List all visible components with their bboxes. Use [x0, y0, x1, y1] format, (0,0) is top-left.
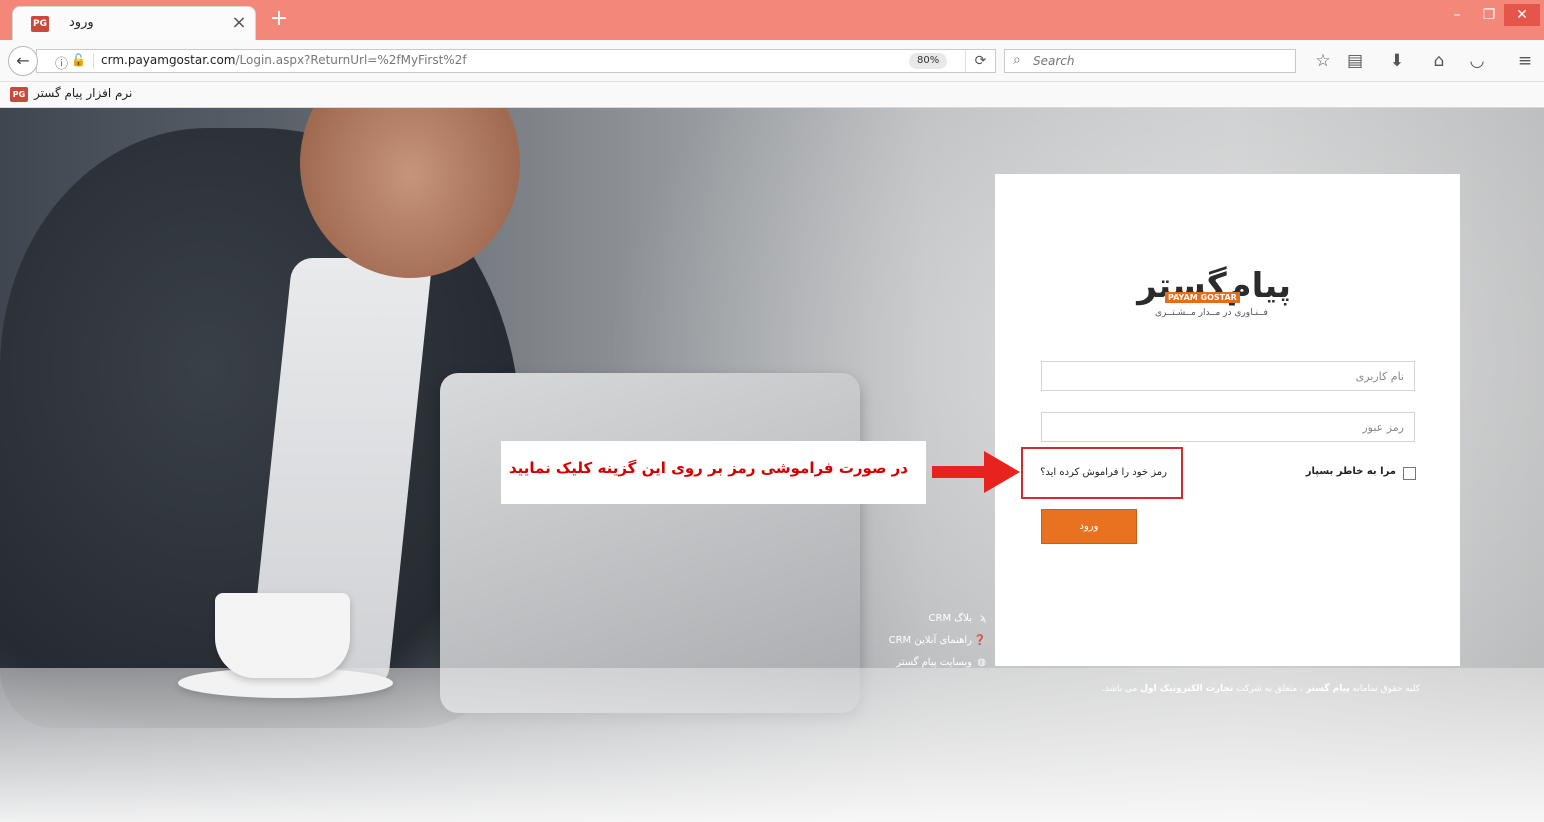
window-maximize-button[interactable]: ❐ [1472, 4, 1506, 26]
reload-icon[interactable]: ⟳ [965, 50, 995, 72]
rss-icon: ϡ [979, 613, 986, 624]
back-arrow-icon: ← [16, 51, 30, 70]
logo-tagline: فــنـاوری در مــدار مــشـتــری [1155, 308, 1268, 318]
website-link-label: وبسایت پیام گستر [896, 657, 972, 668]
copyright-suffix: می باشد. [1101, 684, 1138, 694]
insecure-lock-icon[interactable]: 🔓 [71, 53, 86, 67]
pocket-icon[interactable]: ◡ [1464, 48, 1490, 74]
copyright-text: کلیه حقوق سامانه پیام گستر ، متعلق به شر… [1040, 684, 1420, 694]
online-help-link[interactable]: ❓راهنمای آنلاین CRM [840, 635, 986, 657]
tab-title: ورود [69, 15, 94, 30]
menu-icon[interactable]: ≡ [1512, 48, 1538, 74]
search-bar[interactable]: ⌕ [1004, 49, 1296, 73]
annotation-callout: در صورت فراموشی رمز بر روی این گزینه کلی… [501, 441, 926, 504]
url-divider [93, 53, 94, 69]
bookmarks-bar: PG نرم افزار پیام گستر [0, 82, 1544, 108]
online-help-link-label: راهنمای آنلاین CRM [888, 635, 972, 646]
login-card: پیام‌گستر PAYAM GOSTAR فــنـاوری در مــد… [995, 174, 1460, 666]
bookmark-favicon: PG [10, 87, 28, 102]
info-icon[interactable]: ⓘ [55, 53, 68, 72]
annotation-text: در صورت فراموشی رمز بر روی این گزینه کلی… [508, 459, 908, 477]
tab-favicon: PG [31, 16, 49, 32]
blog-link[interactable]: ϡ بلاگ CRM [840, 613, 986, 635]
back-button[interactable]: ← [8, 46, 38, 76]
copyright-middle: ، متعلق به شرکت [1236, 684, 1303, 694]
url-domain: crm.payamgostar.com [101, 53, 236, 67]
url-text[interactable]: crm.payamgostar.com/Login.aspx?ReturnUrl… [101, 53, 467, 67]
forgot-password-link[interactable]: رمز خود را فراموش کرده اید؟ [1040, 467, 1167, 478]
new-tab-button[interactable]: + [266, 8, 292, 30]
login-page: پیام‌گستر PAYAM GOSTAR فــنـاوری در مــد… [0, 108, 1544, 822]
star-icon[interactable]: ☆ [1310, 48, 1336, 74]
window-close-button[interactable]: ✕ [1504, 4, 1540, 26]
home-icon[interactable]: ⌂ [1426, 48, 1452, 74]
footer-links: ϡ بلاگ CRM ❓راهنمای آنلاین CRM ◍ وبسایت پی… [840, 613, 986, 679]
browser-navbar: ⓘ 🔓 crm.payamgostar.com/Login.aspx?Retur… [0, 40, 1544, 82]
zoom-badge[interactable]: 80% [909, 53, 948, 69]
logo-english: PAYAM GOSTAR [1165, 292, 1240, 303]
copyright-brand: پیام گستر [1305, 684, 1350, 694]
copyright-prefix: کلیه حقوق سامانه [1352, 684, 1420, 694]
browser-titlebar: PG ورود × + – ❐ ✕ [0, 0, 1544, 40]
background-laptop [440, 373, 860, 713]
copyright-company: تجارت الکترونیک اول [1140, 684, 1234, 694]
bookmark-label: نرم افزار پیام گستر [34, 86, 133, 100]
remember-me-checkbox[interactable] [1403, 467, 1416, 480]
url-path: /Login.aspx?ReturnUrl=%2fMyFirst%2f [235, 53, 467, 67]
globe-icon: ◍ [977, 657, 986, 668]
username-input[interactable] [1041, 361, 1415, 391]
website-link[interactable]: ◍ وبسایت پیام گستر [840, 657, 986, 679]
password-input[interactable] [1041, 412, 1415, 442]
reading-list-icon[interactable]: ▤ [1342, 48, 1368, 74]
browser-tab[interactable]: PG ورود × [12, 6, 256, 40]
payamgostar-logo: پیام‌گستر PAYAM GOSTAR فــنـاوری در مــد… [1137, 266, 1303, 326]
window-minimize-button[interactable]: – [1440, 4, 1474, 26]
tab-close-icon[interactable]: × [229, 12, 249, 33]
download-icon[interactable]: ⬇ [1384, 48, 1410, 74]
annotation-arrow-icon [932, 451, 1020, 493]
address-bar[interactable]: ⓘ 🔓 crm.payamgostar.com/Login.aspx?Retur… [36, 49, 996, 73]
search-icon: ⌕ [1013, 52, 1021, 68]
forgot-password-highlight: رمز خود را فراموش کرده اید؟ [1021, 447, 1183, 499]
background-coffee-cup [215, 593, 350, 678]
blog-link-label: بلاگ CRM [928, 613, 972, 624]
search-input[interactable] [1033, 50, 1289, 72]
login-button[interactable]: ورود [1041, 509, 1137, 544]
help-icon: ❓ [973, 635, 986, 646]
remember-me-label[interactable]: مرا به خاطر بسپار [1306, 466, 1396, 477]
